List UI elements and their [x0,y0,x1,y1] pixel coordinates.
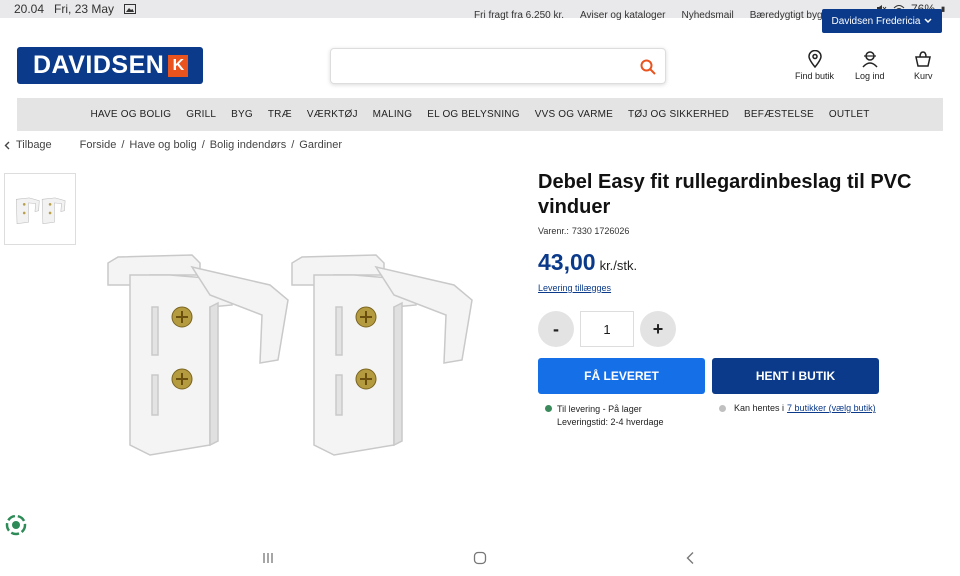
battery-icon [941,6,945,12]
logo-text: DAVIDSEN [33,51,165,79]
recent-apps-icon[interactable] [262,551,274,565]
gallery-icon [124,4,137,14]
search-icon[interactable] [639,58,657,76]
product-title: Debel Easy fit rullegardinbeslag til PVC… [538,171,912,218]
pickup-status: Kan hentes i 7 butikker (vælg butik) [719,403,876,413]
login-label: Log ind [855,71,885,81]
find-store-action[interactable]: Find butik [795,50,834,81]
store-selector-button[interactable]: Davidsen Fredericia [822,9,942,33]
store-selector-label: Davidsen Fredericia [831,15,921,27]
top-link-shipping[interactable]: Fri fragt fra 6.250 kr. [474,10,564,21]
chevron-down-icon [924,18,932,24]
nav-item-befaestelse[interactable]: BEFÆSTELSE [744,109,814,120]
main-nav: HAVE OG BOLIG GRILL BYG TRÆ VÆRKTØJ MALI… [17,98,943,131]
user-icon [862,51,878,68]
nav-item-outlet[interactable]: OUTLET [829,109,870,120]
quantity-increase-button[interactable]: + [640,311,676,347]
location-pin-icon [807,50,822,68]
delivery-status-line2: Leveringstid: 2-4 hverdage [557,417,664,427]
nav-item-have-og-bolig[interactable]: HAVE OG BOLIG [90,109,171,120]
nav-item-el-og-belysning[interactable]: EL OG BELYSNING [427,109,519,120]
delivery-status-line1: Til levering - På lager [557,404,642,414]
cart-action[interactable]: Kurv [914,50,933,81]
pickup-button[interactable]: HENT I BUTIK [712,358,879,394]
status-date: Fri, 23 May [54,2,115,16]
breadcrumb-forside[interactable]: Forside [80,139,117,151]
home-icon[interactable] [473,551,487,565]
product-thumbnail[interactable] [4,173,76,245]
nav-item-grill[interactable]: GRILL [186,109,216,120]
basket-icon [915,51,932,67]
quantity-input[interactable]: 1 [580,311,634,347]
price-value: 43,00 [538,249,596,275]
accessibility-widget-icon[interactable] [5,514,27,536]
breadcrumb-have-og-bolig[interactable]: Have og bolig [129,139,196,151]
nav-item-vvs-og-varme[interactable]: VVS OG VARME [535,109,613,120]
in-stock-dot-icon [545,405,552,412]
product-main-image[interactable] [100,245,490,460]
search-box [330,48,666,84]
breadcrumb-separator: / [121,139,125,151]
deliver-button[interactable]: FÅ LEVERET [538,358,705,394]
pickup-status-prefix: Kan hentes i [734,403,785,413]
nav-item-vaerktoj[interactable]: VÆRKTØJ [307,109,358,120]
system-navigation-bar [0,545,960,576]
product-sku: Varenr.: 7330 1726026 [538,226,629,236]
login-action[interactable]: Log ind [855,50,885,81]
bracket-thumbnail-image [16,197,66,225]
nav-item-toj-og-sikkerhed[interactable]: TØJ OG SIKKERHED [628,109,729,120]
price-unit: kr./stk. [599,258,638,273]
cart-label: Kurv [914,71,933,81]
sku-label: Varenr.: [538,226,569,236]
quantity-decrease-button[interactable]: - [538,311,574,347]
logo-mark: K [168,54,189,77]
chevron-left-icon [4,141,10,149]
nav-item-maling[interactable]: MALING [373,109,413,120]
nav-item-byg[interactable]: BYG [231,109,253,120]
back-label: Tilbage [16,139,52,151]
davidsen-logo[interactable]: DAVIDSEN K [17,47,203,84]
nav-item-trae[interactable]: TRÆ [268,109,292,120]
back-nav-icon[interactable] [685,551,695,565]
sku-value: 7330 1726026 [571,226,630,236]
breadcrumb-separator: / [291,139,295,151]
find-store-label: Find butik [795,71,835,81]
breadcrumb-bolig-indendors[interactable]: Bolig indendørs [210,139,286,151]
delivery-status: Til levering - På lager Leveringstid: 2-… [545,403,664,429]
top-link-newsletter[interactable]: Nyhedsmail [681,10,733,21]
top-links: Fri fragt fra 6.250 kr. Aviser og katalo… [474,10,839,21]
delivery-info-link[interactable]: Levering tillægges [538,283,611,293]
product-price: 43,00 kr./stk. [538,249,637,276]
search-input[interactable] [331,49,621,83]
top-link-catalogs[interactable]: Aviser og kataloger [580,10,665,21]
back-link[interactable]: Tilbage [4,139,52,151]
breadcrumb: Tilbage Forside / Have og bolig / Bolig … [4,139,342,151]
pickup-status-dot-icon [719,404,726,412]
breadcrumb-separator: / [201,139,205,151]
status-time: 20.04 [14,2,45,16]
breadcrumb-gardiner[interactable]: Gardiner [299,139,342,151]
choose-store-link[interactable]: 7 butikker (vælg butik) [787,403,876,413]
